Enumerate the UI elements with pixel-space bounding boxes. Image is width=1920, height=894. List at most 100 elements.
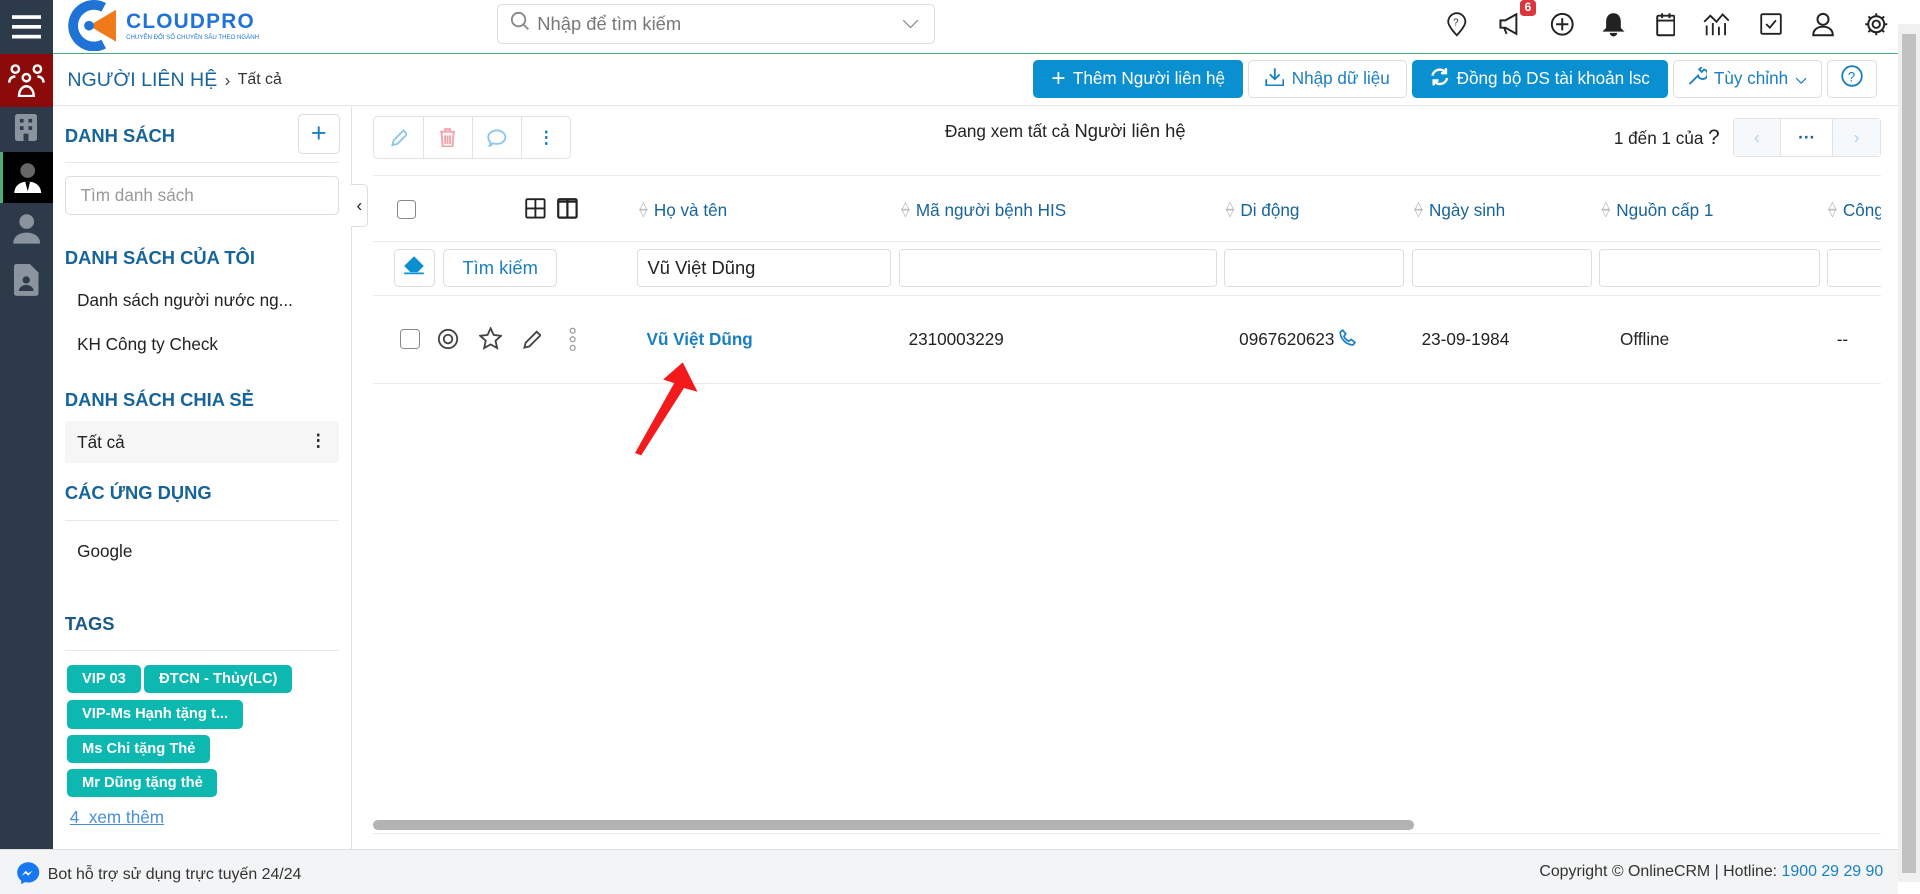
next-page-button[interactable]: ›: [1833, 118, 1880, 156]
columns-icon[interactable]: [557, 198, 578, 224]
chevron-left-icon: ‹: [356, 194, 363, 215]
list-search-input[interactable]: Tìm danh sách: [64, 176, 340, 216]
megaphone-icon[interactable]: [1496, 11, 1523, 38]
app-item-google[interactable]: Google: [77, 541, 132, 562]
customize-button[interactable]: Tùy chỉnh: [1672, 60, 1823, 98]
person-icon[interactable]: [0, 203, 53, 254]
checkbox-icon[interactable]: [1757, 11, 1784, 38]
divider: [64, 161, 340, 163]
grid-view-icon[interactable]: [525, 198, 546, 224]
chart-icon[interactable]: [1703, 11, 1730, 38]
add-list-button[interactable]: +: [297, 113, 340, 154]
chevron-down-icon[interactable]: [902, 13, 919, 34]
help-icon: ?: [1841, 65, 1863, 92]
contact-name-link[interactable]: Vũ Việt Dũng: [647, 329, 753, 350]
trash-icon[interactable]: [424, 117, 473, 158]
column-header-source[interactable]: △ ▽ Nguồn cấp 1: [1602, 200, 1714, 221]
tag[interactable]: Ms Chi tặng Thẻ: [67, 734, 211, 763]
filter-name-input[interactable]: Vũ Việt Dũng: [636, 248, 892, 287]
breadcrumb-module[interactable]: NGƯỜI LIÊN HỆ: [67, 69, 217, 92]
global-search-input[interactable]: Nhập để tìm kiếm: [497, 3, 936, 44]
hotline-link[interactable]: 1900 29 29 90: [1782, 863, 1884, 880]
chatbot-link[interactable]: Bot hỗ trợ sử dụng trực tuyến 24/24: [16, 861, 301, 890]
column-label: Ngày sinh: [1428, 199, 1506, 220]
search-button[interactable]: Tìm kiếm: [443, 248, 558, 287]
list-item[interactable]: Danh sách người nước ng...: [77, 290, 293, 311]
column-header-company[interactable]: △ ▽ Công: [1828, 200, 1881, 221]
map-pin-question-icon[interactable]: ?: [1444, 11, 1471, 38]
column-header-dob[interactable]: △ ▽ Ngày sinh: [1414, 200, 1505, 221]
contact-card-icon[interactable]: [0, 255, 53, 306]
filter-source-input[interactable]: [1599, 248, 1820, 287]
eye-icon[interactable]: [437, 328, 459, 355]
red-arrow-annotation: [635, 362, 698, 456]
page-scrollbar[interactable]: [1897, 24, 1920, 882]
pagination-total[interactable]: ?: [1708, 126, 1720, 149]
tag[interactable]: Mr Dũng tặng thẻ: [67, 768, 218, 798]
calendar-icon[interactable]: [1652, 11, 1679, 38]
contact-tie-icon[interactable]: [0, 151, 53, 204]
more-vertical-icon[interactable]: ⋮: [310, 430, 327, 451]
pagination-controls: ‹ ··· ›: [1732, 117, 1881, 157]
user-icon[interactable]: [1810, 11, 1837, 38]
gear-icon[interactable]: [1862, 11, 1889, 38]
sort-icon: △ ▽: [1414, 199, 1423, 220]
divider: [373, 175, 1881, 176]
pagination-text: 1 đến 1 của ?: [1614, 126, 1720, 150]
logo[interactable]: CLOUDPRO CHUYỂN ĐỔI SỐ CHUYÊN SÂU THEO N…: [67, 0, 260, 52]
edit-icon[interactable]: [522, 328, 542, 355]
phone-icon[interactable]: [1339, 329, 1357, 351]
hamburger-menu-icon[interactable]: [0, 0, 53, 53]
breadcrumb: NGƯỜI LIÊN HỆ › Tất cả: [67, 69, 282, 92]
column-header-his[interactable]: △ ▽ Mã người bệnh HIS: [901, 200, 1066, 221]
column-label: Di động: [1240, 199, 1300, 220]
column-header-mobile[interactable]: △ ▽ Di động: [1226, 200, 1300, 221]
svg-text:?: ?: [1848, 70, 1855, 85]
row-checkbox[interactable]: [400, 329, 420, 349]
list-item[interactable]: KH Công ty Check: [77, 334, 218, 355]
pagination-more-button[interactable]: ···: [1780, 118, 1834, 156]
sort-icon: △ ▽: [901, 199, 910, 220]
tag[interactable]: ĐTCN - Thủy(LC): [144, 664, 293, 694]
sync-button[interactable]: Đồng bộ DS tài khoản lsc: [1411, 60, 1668, 98]
add-contact-button[interactable]: + Thêm Người liên hệ: [1033, 60, 1243, 98]
footer-copyright: Copyright © OnlineCRM | Hotline: 1900 29…: [1539, 863, 1884, 881]
import-button[interactable]: Nhập dữ liệu: [1247, 60, 1407, 98]
chevron-right-icon: ›: [224, 69, 231, 90]
building-icon[interactable]: [0, 107, 53, 150]
list-item-all[interactable]: Tất cả ⋮: [64, 421, 340, 463]
column-header-name[interactable]: △ ▽ Họ và tên: [639, 200, 727, 221]
more-vertical-icon[interactable]: ⋮: [522, 117, 570, 157]
eraser-icon: [403, 255, 425, 280]
help-button[interactable]: ?: [1826, 60, 1878, 98]
clear-filter-button[interactable]: [394, 248, 435, 287]
divider: [64, 650, 340, 652]
logo-text: CLOUDPRO: [126, 10, 255, 34]
filter-company-input[interactable]: [1826, 248, 1881, 287]
horizontal-scrollbar[interactable]: [373, 820, 1415, 831]
filter-mobile-input[interactable]: [1224, 248, 1405, 287]
edit-icon[interactable]: [374, 117, 424, 158]
filter-his-input[interactable]: [898, 248, 1218, 287]
plus-circle-icon[interactable]: [1549, 11, 1576, 38]
comment-icon[interactable]: [473, 117, 523, 158]
filter-dob-input[interactable]: [1411, 248, 1592, 287]
prev-page-button[interactable]: ‹: [1733, 118, 1781, 156]
star-icon[interactable]: [477, 325, 503, 355]
logo-tagline: CHUYỂN ĐỔI SỐ CHUYÊN SÂU THEO NGÀNH: [126, 34, 260, 42]
search-placeholder: Nhập để tìm kiếm: [537, 12, 682, 34]
select-all-checkbox[interactable]: [396, 199, 416, 219]
tags-title: TAGS: [64, 613, 115, 635]
app-rail: [0, 0, 53, 849]
tag[interactable]: VIP 03: [67, 664, 141, 694]
sort-icon: △ ▽: [1225, 199, 1235, 220]
contacts-icon[interactable]: [0, 53, 53, 107]
collapse-panel-button[interactable]: ‹: [351, 183, 369, 228]
viewing-status: Đang xem tất cả Người liên hệ: [808, 120, 1322, 142]
bell-icon[interactable]: [1600, 11, 1627, 38]
wrench-icon: [1687, 66, 1709, 92]
shared-lists-title: DANH SÁCH CHIA SẺ: [64, 389, 254, 411]
more-tags-link[interactable]: 4 xem thêm: [70, 807, 164, 828]
more-vertical-icon[interactable]: [569, 327, 577, 356]
tag[interactable]: VIP-Ms Hạnh tặng t...: [67, 700, 243, 729]
